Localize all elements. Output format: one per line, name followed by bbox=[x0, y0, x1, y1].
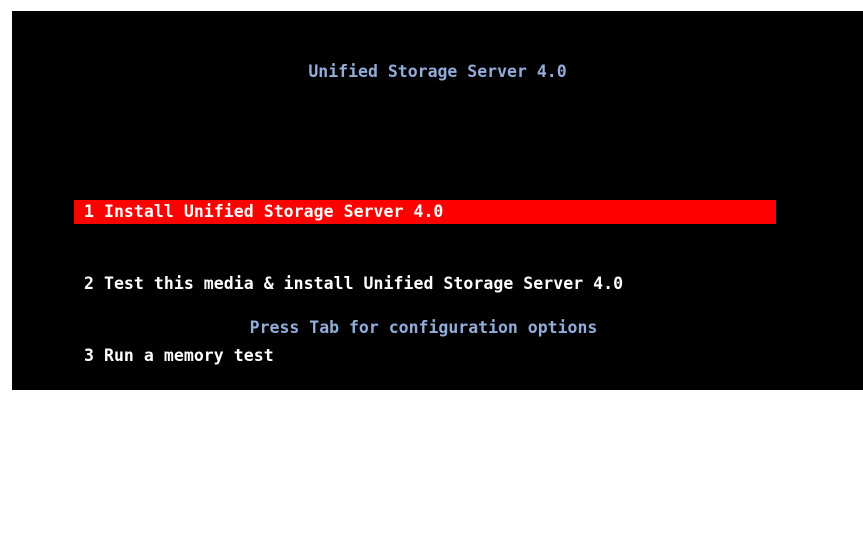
menu-item-boot-local[interactable]: 4 Boot from local drive bbox=[74, 484, 776, 508]
configuration-hint: Press Tab for configuration options bbox=[249, 318, 598, 337]
menu-item-install[interactable]: 1 Install Unified Storage Server 4.0 bbox=[74, 200, 776, 224]
boot-screen: Unified Storage Server 4.0 1 Install Uni… bbox=[12, 11, 863, 505]
menu-item-memory-test[interactable]: 3 Run a memory test bbox=[74, 344, 776, 368]
menu-item-test-and-install[interactable]: 2 Test this media & install Unified Stor… bbox=[74, 272, 776, 296]
boot-menu: 1 Install Unified Storage Server 4.0 2 T… bbox=[74, 152, 776, 556]
menu-separator bbox=[74, 416, 776, 436]
boot-title: Unified Storage Server 4.0 bbox=[308, 62, 567, 81]
